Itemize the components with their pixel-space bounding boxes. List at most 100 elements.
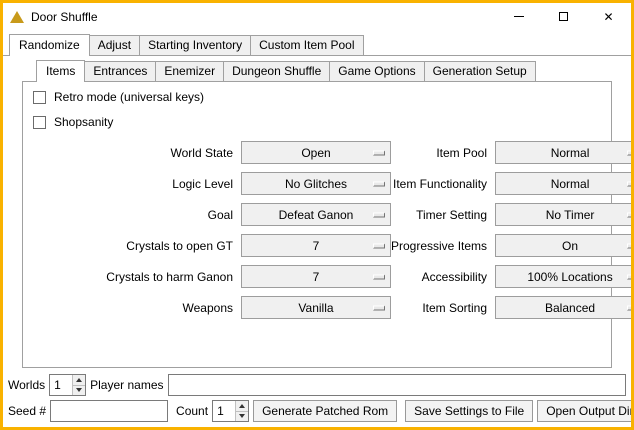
- tab-adjust[interactable]: Adjust: [89, 35, 140, 55]
- count-value: 1: [213, 401, 235, 421]
- logic-level-dropdown[interactable]: No Glitches: [241, 172, 391, 195]
- player-names-input[interactable]: [168, 374, 627, 396]
- crystals-ganon-dropdown[interactable]: 7: [241, 265, 391, 288]
- world-state-dropdown[interactable]: Open: [241, 141, 391, 164]
- accessibility-dropdown[interactable]: 100% Locations: [495, 265, 631, 288]
- item-sorting-value: Balanced: [545, 301, 595, 315]
- timer-setting-label: Timer Setting: [391, 208, 487, 222]
- minimize-icon: [514, 16, 524, 17]
- timer-setting-dropdown[interactable]: No Timer: [495, 203, 631, 226]
- setting-row: Item Sorting Balanced: [391, 296, 631, 319]
- maximize-button[interactable]: [541, 3, 586, 30]
- setting-row: Logic Level No Glitches: [33, 172, 391, 195]
- goal-dropdown[interactable]: Defeat Ganon: [241, 203, 391, 226]
- retro-mode-label: Retro mode (universal keys): [54, 90, 204, 104]
- count-label: Count: [176, 404, 208, 418]
- generate-patched-rom-button[interactable]: Generate Patched Rom: [253, 400, 397, 422]
- item-sorting-dropdown[interactable]: Balanced: [495, 296, 631, 319]
- dropdown-indicator-icon: [373, 305, 385, 310]
- window-title: Door Shuffle: [31, 10, 98, 24]
- retro-mode-checkbox[interactable]: Retro mode (universal keys): [33, 90, 603, 104]
- seed-row: Seed # Count 1 Generate Patched Rom Save…: [8, 400, 626, 422]
- weapons-dropdown[interactable]: Vanilla: [241, 296, 391, 319]
- weapons-value: Vanilla: [298, 301, 333, 315]
- dropdown-indicator-icon: [373, 150, 385, 155]
- settings-grid: World State Open Logic Level No Glitches: [33, 141, 603, 327]
- spin-buttons: [235, 401, 248, 421]
- progressive-items-dropdown[interactable]: On: [495, 234, 631, 257]
- dropdown-indicator-icon: [373, 181, 385, 186]
- checkbox-box-icon: [33, 116, 46, 129]
- window-controls: ✕: [496, 3, 631, 30]
- progressive-items-label: Progressive Items: [391, 239, 487, 253]
- shopsanity-label: Shopsanity: [54, 115, 113, 129]
- setting-row: Crystals to harm Ganon 7: [33, 265, 391, 288]
- setting-row: Weapons Vanilla: [33, 296, 391, 319]
- seed-input[interactable]: [50, 400, 168, 422]
- tab-randomize[interactable]: Randomize: [9, 34, 90, 56]
- dropdown-indicator-icon: [373, 274, 385, 279]
- crystals-ganon-value: 7: [313, 270, 320, 284]
- randomize-panel: Items Entrances Enemizer Dungeon Shuffle…: [3, 56, 631, 368]
- setting-row: Timer Setting No Timer: [391, 203, 631, 226]
- setting-row: Item Pool Normal: [391, 141, 631, 164]
- items-panel: Retro mode (universal keys) Shopsanity W…: [22, 81, 612, 368]
- window: Door Shuffle ✕ Randomize Adjust Starting…: [0, 0, 634, 430]
- setting-row: Goal Defeat Ganon: [33, 203, 391, 226]
- dropdown-indicator-icon: [373, 243, 385, 248]
- settings-column-left: World State Open Logic Level No Glitches: [33, 141, 391, 327]
- weapons-label: Weapons: [33, 301, 233, 315]
- dropdown-indicator-icon: [627, 150, 631, 155]
- tab-generation-setup[interactable]: Generation Setup: [424, 61, 536, 81]
- tab-entrances[interactable]: Entrances: [84, 61, 156, 81]
- dropdown-indicator-icon: [627, 212, 631, 217]
- tab-custom-item-pool[interactable]: Custom Item Pool: [250, 35, 363, 55]
- player-names-label: Player names: [90, 378, 163, 392]
- spin-up-button[interactable]: [236, 401, 248, 411]
- dropdown-indicator-icon: [627, 181, 631, 186]
- arrow-up-icon: [239, 404, 245, 408]
- tab-enemizer[interactable]: Enemizer: [155, 61, 224, 81]
- item-pool-dropdown[interactable]: Normal: [495, 141, 631, 164]
- primary-tabs: Randomize Adjust Starting Inventory Cust…: [3, 30, 631, 56]
- world-state-value: Open: [301, 146, 330, 160]
- spin-up-button[interactable]: [73, 375, 85, 385]
- tab-dungeon-shuffle[interactable]: Dungeon Shuffle: [223, 61, 330, 81]
- accessibility-label: Accessibility: [391, 270, 487, 284]
- item-functionality-dropdown[interactable]: Normal: [495, 172, 631, 195]
- window-inner: Door Shuffle ✕ Randomize Adjust Starting…: [3, 3, 631, 427]
- worlds-value: 1: [50, 375, 72, 395]
- worlds-label: Worlds: [8, 378, 45, 392]
- crystals-gt-dropdown[interactable]: 7: [241, 234, 391, 257]
- crystals-gt-value: 7: [313, 239, 320, 253]
- close-icon: ✕: [603, 11, 613, 23]
- dropdown-indicator-icon: [373, 212, 385, 217]
- logic-level-value: No Glitches: [285, 177, 347, 191]
- setting-row: Crystals to open GT 7: [33, 234, 391, 257]
- count-spinbox[interactable]: 1: [212, 400, 249, 422]
- dropdown-indicator-icon: [627, 243, 631, 248]
- window-content: Randomize Adjust Starting Inventory Cust…: [3, 30, 631, 427]
- save-settings-button[interactable]: Save Settings to File: [405, 400, 533, 422]
- tab-starting-inventory[interactable]: Starting Inventory: [139, 35, 251, 55]
- tab-game-options[interactable]: Game Options: [329, 61, 424, 81]
- progressive-items-value: On: [562, 239, 578, 253]
- item-pool-label: Item Pool: [391, 146, 487, 160]
- close-button[interactable]: ✕: [586, 3, 631, 30]
- tab-items[interactable]: Items: [36, 60, 85, 82]
- secondary-tabs: Items Entrances Enemizer Dungeon Shuffle…: [36, 60, 612, 81]
- spin-down-button[interactable]: [73, 385, 85, 396]
- app-icon: [10, 11, 24, 23]
- item-functionality-label: Item Functionality: [391, 177, 487, 191]
- setting-row: Progressive Items On: [391, 234, 631, 257]
- minimize-button[interactable]: [496, 3, 541, 30]
- shopsanity-checkbox[interactable]: Shopsanity: [33, 115, 603, 129]
- dropdown-indicator-icon: [627, 305, 631, 310]
- open-output-directory-button[interactable]: Open Output Directory: [537, 400, 631, 422]
- worlds-spinbox[interactable]: 1: [49, 374, 86, 396]
- timer-setting-value: No Timer: [546, 208, 595, 222]
- arrow-up-icon: [76, 378, 82, 382]
- item-sorting-label: Item Sorting: [391, 301, 487, 315]
- spin-buttons: [72, 375, 85, 395]
- spin-down-button[interactable]: [236, 411, 248, 422]
